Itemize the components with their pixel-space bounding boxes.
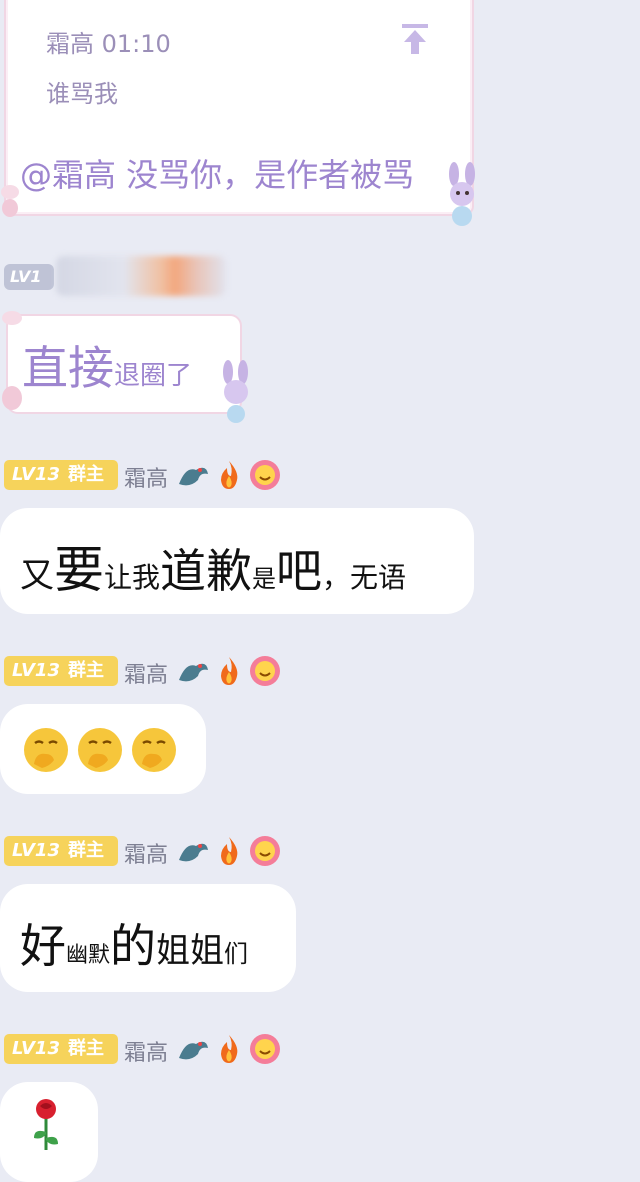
fire-icon bbox=[221, 837, 238, 865]
face-with-hand-over-mouth-icon bbox=[132, 728, 176, 772]
message-fragment: 让我 bbox=[104, 561, 161, 594]
dragon-icon bbox=[179, 467, 208, 486]
dragon-icon bbox=[179, 663, 208, 682]
owner-badge: LV13 群主 bbox=[4, 836, 118, 866]
message-fragment: 吧 bbox=[276, 544, 323, 598]
fire-icon bbox=[221, 1035, 238, 1063]
dragon-icon bbox=[179, 1041, 208, 1060]
sender-name[interactable]: 霜高 bbox=[124, 837, 168, 869]
owner-badge: LV13 群主 bbox=[4, 1034, 118, 1064]
bunny-sticker-icon bbox=[449, 162, 475, 226]
fire-icon bbox=[221, 461, 238, 489]
sender-name[interactable]: 霜高 bbox=[124, 1035, 168, 1067]
owner-badge: LV13 群主 bbox=[4, 656, 118, 686]
level-badge: LV1 bbox=[4, 264, 54, 290]
level-label: LV13 bbox=[12, 464, 60, 485]
role-label: 群主 bbox=[67, 660, 104, 681]
message-fragment: 好 bbox=[20, 919, 66, 973]
message-fragment: 是 bbox=[252, 565, 277, 593]
flower-smiley-icon bbox=[250, 1034, 280, 1064]
bow-sticker-icon bbox=[1, 185, 19, 217]
face-with-hand-over-mouth-icon bbox=[24, 728, 68, 772]
message-fragment: 无语 bbox=[350, 561, 407, 594]
message-fragment: 要 bbox=[54, 541, 104, 599]
level-label: LV13 bbox=[12, 840, 60, 861]
dragon-icon bbox=[179, 843, 208, 862]
role-label: 群主 bbox=[67, 464, 104, 485]
level-label: LV13 bbox=[12, 1038, 60, 1059]
flower-smiley-icon bbox=[250, 836, 280, 866]
role-label: 群主 bbox=[67, 1038, 104, 1059]
role-label: 群主 bbox=[67, 840, 104, 861]
bunny-sticker-icon bbox=[223, 360, 248, 423]
sender-name[interactable]: 霜高 bbox=[124, 461, 168, 493]
message-fragment: 们 bbox=[224, 940, 249, 968]
rose-icon bbox=[34, 1099, 58, 1150]
quoted-text: 谁骂我 bbox=[46, 80, 118, 108]
message-text: 又要让我道歉是吧，无语 bbox=[20, 530, 406, 602]
message-fragment: 又 bbox=[20, 556, 54, 596]
message-fragment: 退圈了 bbox=[114, 361, 193, 391]
flower-smiley-icon bbox=[250, 460, 280, 490]
quoted-sender-time: 霜高 01:10 bbox=[46, 30, 171, 58]
level-label: LV13 bbox=[12, 660, 60, 681]
flower-smiley-icon bbox=[250, 656, 280, 686]
message-fragment: 幽默 bbox=[66, 943, 111, 968]
message-fragment: 的 bbox=[110, 919, 157, 973]
sender-name[interactable]: 霜高 bbox=[124, 657, 168, 689]
message-text: 好幽默的姐姐们 bbox=[20, 910, 248, 976]
face-with-hand-over-mouth-icon bbox=[78, 728, 122, 772]
message-fragment: 道歉 bbox=[160, 544, 253, 598]
quit-message-text: 直接退圈了 bbox=[22, 332, 192, 398]
owner-badge: LV13 群主 bbox=[4, 460, 118, 490]
reply-text: @霜高 没骂你，是作者被骂 bbox=[20, 156, 415, 194]
blurred-username bbox=[56, 256, 226, 296]
scroll-to-quote-icon[interactable] bbox=[400, 22, 430, 56]
message-fragment: ， bbox=[322, 561, 351, 594]
fire-icon bbox=[221, 657, 238, 685]
message-fragment: 直接 bbox=[22, 341, 114, 395]
message-fragment: 姐姐 bbox=[156, 931, 225, 971]
